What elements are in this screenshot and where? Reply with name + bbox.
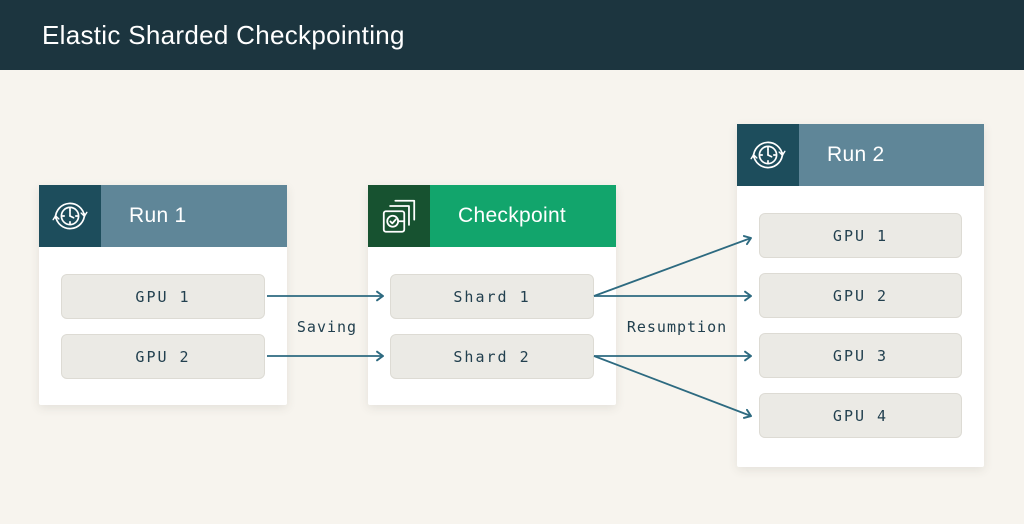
checkpoint-card-header: Checkpoint: [368, 185, 616, 247]
gpu-box: GPU 1: [61, 274, 265, 319]
arrow-shard2-to-gpu4: [594, 356, 751, 416]
gpu-label: GPU 1: [833, 227, 888, 245]
gpu-box: GPU 1: [759, 213, 962, 258]
run2-icon-box: [737, 124, 799, 186]
arrow-shard1-to-gpu1: [594, 238, 751, 296]
shard-label: Shard 2: [453, 348, 530, 366]
gpu-label: GPU 4: [833, 407, 888, 425]
gpu-label: GPU 3: [833, 347, 888, 365]
checkpoint-body: Shard 1 Shard 2: [368, 247, 616, 379]
title-banner: Elastic Sharded Checkpointing: [0, 0, 1024, 70]
sync-clock-icon: [48, 194, 92, 238]
run2-body: GPU 1 GPU 2 GPU 3 GPU 4: [737, 186, 984, 438]
gpu-label: GPU 2: [135, 348, 190, 366]
checkpoint-stack-icon: [378, 195, 420, 237]
resumption-label: Resumption: [627, 318, 727, 336]
run1-body: GPU 1 GPU 2: [39, 247, 287, 379]
saving-label: Saving: [297, 318, 357, 336]
checkpoint-card: Checkpoint Shard 1 Shard 2: [368, 185, 616, 405]
checkpoint-icon-box: [368, 185, 430, 247]
run2-header: Run 2: [799, 124, 984, 186]
run1-icon-box: [39, 185, 101, 247]
checkpoint-header: Checkpoint: [430, 185, 616, 247]
run1-card-header: Run 1: [39, 185, 287, 247]
run2-title: Run 2: [827, 143, 885, 167]
run2-card-header: Run 2: [737, 124, 984, 186]
run1-title: Run 1: [129, 204, 187, 228]
run2-card: Run 2 GPU 1 GPU 2 GPU 3 GPU 4: [737, 124, 984, 467]
run1-header: Run 1: [101, 185, 287, 247]
gpu-label: GPU 1: [135, 288, 190, 306]
gpu-box: GPU 2: [61, 334, 265, 379]
gpu-box: GPU 4: [759, 393, 962, 438]
sync-clock-icon: [746, 133, 790, 177]
gpu-box: GPU 3: [759, 333, 962, 378]
shard-box: Shard 2: [390, 334, 594, 379]
run1-card: Run 1 GPU 1 GPU 2: [39, 185, 287, 405]
checkpoint-title: Checkpoint: [458, 204, 566, 228]
gpu-box: GPU 2: [759, 273, 962, 318]
gpu-label: GPU 2: [833, 287, 888, 305]
shard-box: Shard 1: [390, 274, 594, 319]
shard-label: Shard 1: [453, 288, 530, 306]
page-title: Elastic Sharded Checkpointing: [42, 20, 405, 51]
